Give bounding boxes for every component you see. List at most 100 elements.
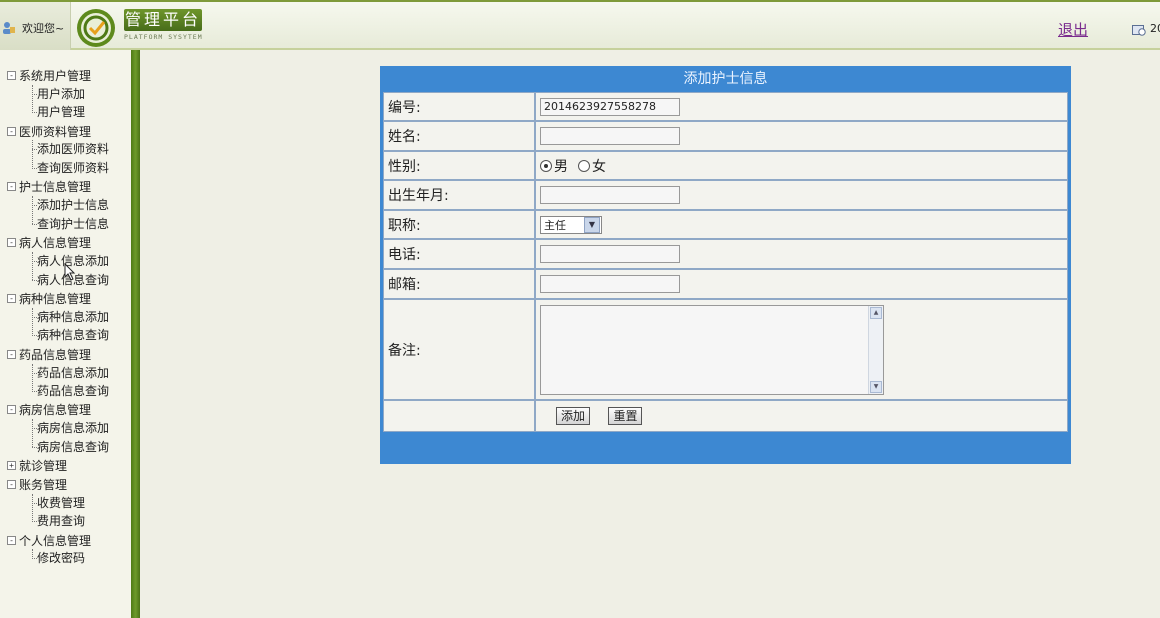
sidebar-group-header[interactable]: - 系统用户管理 xyxy=(7,66,109,85)
form-row-gender: 性别: 男 女 xyxy=(383,151,1068,180)
sidebar-item[interactable]: 病房信息添加 xyxy=(31,419,109,438)
sidebar-item[interactable]: 费用查询 xyxy=(31,512,109,531)
id-label: 编号: xyxy=(383,92,535,121)
collapse-icon[interactable]: - xyxy=(7,293,16,303)
sidebar-group: - 药品信息管理 药品信息添加 药品信息查询 xyxy=(7,345,109,401)
sidebar-group-label: 系统用户管理 xyxy=(19,68,92,83)
mouse-cursor-icon xyxy=(64,263,76,281)
calendar-icon xyxy=(1132,25,1146,36)
sidebar-group-header[interactable]: - 药品信息管理 xyxy=(7,345,109,364)
header-user-strip: 欢迎您~ xyxy=(0,2,71,50)
sidebar-group-header[interactable]: - 病人信息管理 xyxy=(7,233,109,252)
sidebar-group-header[interactable]: - 病房信息管理 xyxy=(7,401,109,420)
date-text: 20 xyxy=(1150,22,1160,35)
sidebar-submenu: 药品信息添加 药品信息查询 xyxy=(7,363,109,401)
sidebar-item[interactable]: 药品信息查询 xyxy=(31,382,109,401)
sidebar-item[interactable]: 用户添加 xyxy=(31,85,109,104)
sidebar-submenu: 用户添加 用户管理 xyxy=(7,84,109,122)
add-nurse-form: 添加护士信息 编号: 姓名: 性别: 男 女 xyxy=(380,66,1071,464)
gender-male-radio[interactable]: 男 xyxy=(540,156,568,176)
form-row-id: 编号: xyxy=(383,92,1068,121)
collapse-icon[interactable]: - xyxy=(7,238,16,248)
email-input[interactable] xyxy=(540,275,680,293)
sidebar-group: - 账务管理 收费管理 费用查询 xyxy=(7,475,109,531)
user-icon xyxy=(3,22,15,34)
sidebar-item[interactable]: 药品信息添加 xyxy=(31,364,109,383)
phone-label: 电话: xyxy=(383,239,535,269)
sidebar-submenu: 收费管理 费用查询 xyxy=(7,493,109,531)
sidebar-group: - 护士信息管理 添加护士信息 查询护士信息 xyxy=(7,178,109,234)
sidebar-group-header[interactable]: - 病种信息管理 xyxy=(7,289,109,308)
sidebar-submenu: 病房信息添加 病房信息查询 xyxy=(7,419,109,456)
sidebar-submenu: 添加护士信息 查询护士信息 xyxy=(7,196,109,233)
sidebar-item[interactable]: 添加医师资料 xyxy=(31,140,109,159)
collapse-icon[interactable]: - xyxy=(7,182,16,192)
sidebar-item[interactable]: 查询医师资料 xyxy=(31,159,109,178)
logo-subtitle: PLATFORM SYSYTEM xyxy=(124,33,203,41)
sidebar-item[interactable]: 添加护士信息 xyxy=(31,196,109,215)
sidebar-group: - 病房信息管理 病房信息添加 病房信息查询 xyxy=(7,401,109,457)
sidebar: - 系统用户管理 用户添加 用户管理 - 医师资料管理 添加医师资料 查询医师资料 - 护士信息管… xyxy=(0,50,131,618)
gender-female-label: 女 xyxy=(592,158,606,175)
form-table: 编号: 姓名: 性别: 男 女 xyxy=(383,92,1068,432)
name-input[interactable] xyxy=(540,127,680,145)
birth-input[interactable] xyxy=(540,186,680,204)
sidebar-item[interactable]: 病种信息查询 xyxy=(31,326,109,345)
birth-label: 出生年月: xyxy=(383,180,535,210)
sidebar-group: - 病种信息管理 病种信息添加 病种信息查询 xyxy=(7,289,109,345)
email-label: 邮箱: xyxy=(383,269,535,299)
gender-radio-group: 男 女 xyxy=(540,156,1067,176)
sidebar-item[interactable]: 病种信息添加 xyxy=(31,308,109,327)
form-title: 添加护士信息 xyxy=(683,71,768,87)
phone-input[interactable] xyxy=(540,245,680,263)
gender-female-radio[interactable]: 女 xyxy=(578,156,606,176)
platform-logo-icon xyxy=(77,9,115,47)
form-row-name: 姓名: xyxy=(383,121,1068,151)
sidebar-group: - 病人信息管理 病人信息添加 病人信息查询 xyxy=(7,233,109,289)
gender-label: 性别: xyxy=(383,151,535,180)
sidebar-group-header[interactable]: - 账务管理 xyxy=(7,475,109,494)
name-label: 姓名: xyxy=(383,121,535,151)
scroll-up-icon[interactable]: ▲ xyxy=(870,306,882,319)
sidebar-group-label: 个人信息管理 xyxy=(19,533,92,548)
sidebar-group-header[interactable]: - 医师资料管理 xyxy=(7,122,109,141)
sidebar-submenu: 添加医师资料 查询医师资料 xyxy=(7,140,109,177)
form-row-birth: 出生年月: xyxy=(383,180,1068,210)
collapse-icon[interactable]: - xyxy=(7,405,16,415)
sidebar-group-header[interactable]: - 护士信息管理 xyxy=(7,178,109,197)
radio-unchecked-icon xyxy=(578,159,590,172)
expand-icon[interactable]: + xyxy=(7,461,16,471)
collapse-icon[interactable]: - xyxy=(7,479,16,489)
collapse-icon[interactable]: - xyxy=(7,349,16,359)
scroll-down-icon[interactable]: ▼ xyxy=(870,380,882,393)
notes-textarea[interactable]: ▲ ▼ xyxy=(540,304,884,395)
sidebar-item[interactable]: 用户管理 xyxy=(31,103,109,122)
sidebar-item[interactable]: 修改密码 xyxy=(31,549,109,568)
sidebar-item[interactable]: 病房信息查询 xyxy=(31,438,109,457)
sidebar-group-label: 护士信息管理 xyxy=(19,180,92,195)
sidebar-submenu: 修改密码 xyxy=(7,549,109,568)
sidebar-item[interactable]: 查询护士信息 xyxy=(31,215,109,234)
platform-logo: 管理平台 PLATFORM SYSYTEM xyxy=(124,9,204,45)
sidebar-group-header[interactable]: + 就诊管理 xyxy=(7,456,109,475)
logout-link[interactable]: 退出 xyxy=(1058,19,1088,40)
add-button[interactable]: 添加 xyxy=(556,407,591,425)
welcome-text: 欢迎您~ xyxy=(22,22,65,35)
sidebar-group-header[interactable]: - 个人信息管理 xyxy=(7,531,109,550)
notes-scrollbar[interactable]: ▲ ▼ xyxy=(868,305,883,394)
sidebar-divider xyxy=(131,50,140,618)
collapse-icon[interactable]: - xyxy=(7,126,16,136)
chevron-down-icon: ▼ xyxy=(584,216,600,233)
sidebar-group-label: 病人信息管理 xyxy=(19,236,92,251)
sidebar-group-label: 病房信息管理 xyxy=(19,403,92,418)
sidebar-group: + 就诊管理 xyxy=(7,456,109,475)
sidebar-group-label: 病种信息管理 xyxy=(19,291,92,306)
collapse-icon[interactable]: - xyxy=(7,535,16,545)
reset-button[interactable]: 重置 xyxy=(608,407,643,425)
job-title-select[interactable]: 主任 ▼ xyxy=(540,215,602,234)
sidebar-item[interactable]: 收费管理 xyxy=(31,494,109,513)
id-input[interactable] xyxy=(540,97,680,116)
collapse-icon[interactable]: - xyxy=(7,70,16,80)
job-title-value: 主任 xyxy=(544,218,566,232)
gender-male-label: 男 xyxy=(554,158,568,175)
